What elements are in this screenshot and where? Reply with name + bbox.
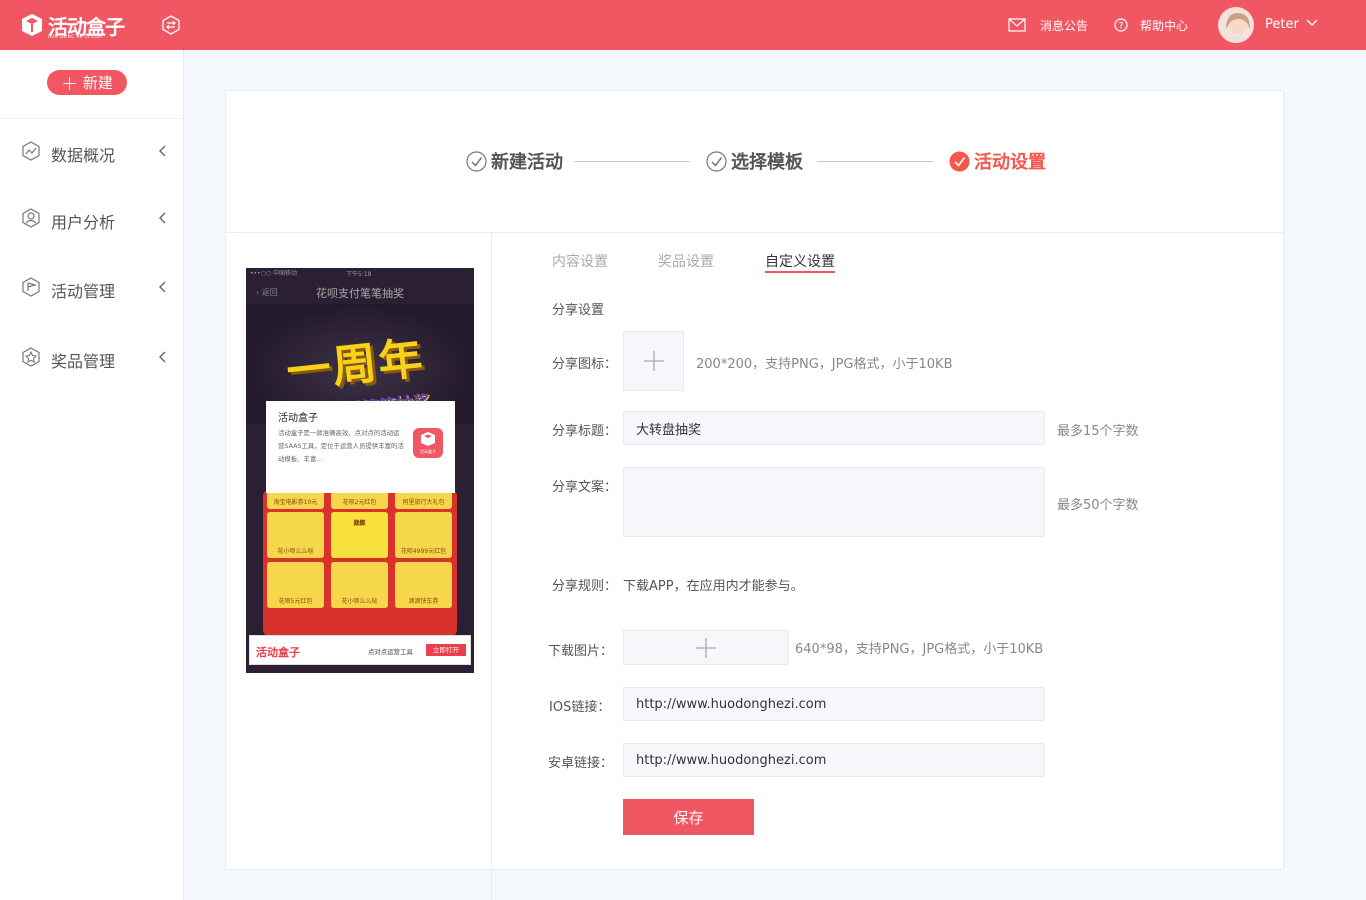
share-copy-textarea[interactable] [623,467,1045,537]
help-label: 帮助中心 [1140,18,1189,33]
popup-logo-icon: 活动盒子 [413,428,443,458]
draw-cell: 立即 抽奖 [331,512,388,558]
help-link[interactable]: ? 帮助中心 [1114,16,1188,34]
sidebar-item-label: 奖品管理 [51,352,116,371]
step-choose-template: 选择模板 [706,149,803,173]
user-name[interactable]: Peter [1265,17,1299,32]
logo-box-icon [20,13,44,37]
phone-preview: •••○○ 中国移动 下午5:18 ‹ 返回 花呗支付笔笔抽奖 一周年 花呗支付… [246,268,474,673]
prize-icon [22,347,40,367]
sidebar: + 新建 数据概况 用户分析 活动管理 奖品管理 [0,50,184,900]
footer-open-button: 立即打开 [426,644,466,656]
chart-icon [22,141,40,161]
share-title-label: 分享标题： [552,424,618,439]
step-label: 活动设置 [974,152,1046,173]
step-connector [574,161,690,162]
app-logo[interactable]: 活动盒子 HUO DONG HE ZI.COM [20,10,125,40]
page-divider [491,870,492,900]
step-new-activity: 新建活动 [466,149,563,173]
new-button[interactable]: + 新建 [47,70,127,95]
plus-icon [643,351,664,371]
phone-share-popup: 活动盒子 活动盒子是一款准确高效、点对点的活动运营SAAS工具，定位于运营人员提… [266,401,455,493]
prize-cell: 花呗4999元红包 [395,512,452,558]
share-title-input[interactable] [623,411,1045,445]
tab-custom-settings[interactable]: 自定义设置 [765,251,835,271]
share-copy-label: 分享文案： [552,480,618,495]
svg-text:?: ? [1119,22,1124,32]
step-activity-settings: 活动设置 [949,149,1046,173]
ios-link-label: IOS链接： [549,700,611,715]
share-rule-value: 下载APP，在应用内才能参与。 [623,579,804,594]
phone-status-bar: •••○○ 中国移动 下午5:18 [246,268,474,278]
download-image-label: 下载图片： [548,644,614,659]
steps-divider [226,232,1283,233]
user-icon [22,208,40,228]
download-image-hint: 640*98，支持PNG，JPG格式，小于10KB [795,642,1044,657]
active-tab-indicator [765,271,835,273]
share-icon-hint: 200*200，支持PNG，JPG格式，小于10KB [696,357,953,372]
prize-cell: 花呗5元红包 [267,562,324,608]
download-image-upload[interactable] [623,630,789,665]
status-carrier: •••○○ 中国移动 [250,270,297,277]
sidebar-item-label: 数据概况 [51,146,116,165]
top-header: 活动盒子 HUO DONG HE ZI.COM 消息公告 ? 帮助中心 Pete… [0,0,1366,50]
notices-link[interactable]: 消息公告 [1008,16,1088,34]
sidebar-item-prize-management[interactable]: 奖品管理 [0,337,184,377]
check-circle-icon [466,150,487,172]
phone-nav-bar: ‹ 返回 花呗支付笔笔抽奖 [246,278,474,304]
share-rule-label: 分享规则： [552,579,618,594]
tab-prize-settings[interactable]: 奖品设置 [658,251,714,271]
step-label: 选择模板 [731,152,803,173]
chevron-left-icon [159,281,166,293]
status-time: 下午5:18 [346,271,372,278]
android-link-input[interactable] [623,743,1045,777]
plus-icon [696,637,716,658]
section-title: 分享设置 [552,303,605,318]
chevron-down-icon[interactable] [1306,17,1318,29]
share-icon-upload[interactable] [623,331,684,391]
prize-cell: 花小呗么么哒 [331,562,388,608]
share-icon-label: 分享图标： [552,357,618,372]
lottery-grid: 淘宝电影券10元 花呗2元红包 阿里旅行大礼包 花小呗么么哒 立即 抽奖 花呗49… [263,487,457,636]
check-circle-icon [706,150,727,172]
activity-icon [22,277,40,297]
plus-icon: + [61,70,78,95]
sidebar-item-user-analysis[interactable]: 用户分析 [0,198,184,238]
sidebar-item-data-overview[interactable]: 数据概况 [0,131,184,171]
phone-download-bar: 活动盒子 点对点运营工具 立即打开 [249,635,471,665]
popup-description: 活动盒子是一款准确高效、点对点的活动运营SAAS工具，定位于运营人员提供丰富的活… [278,429,404,463]
step-label: 新建活动 [491,152,563,173]
chevron-left-icon [159,145,166,157]
chevron-left-icon [159,351,166,363]
mail-icon [1008,18,1026,32]
new-button-label: 新建 [82,74,113,92]
tab-content-settings[interactable]: 内容设置 [552,251,608,271]
prize-cell: 滴滴快车券 [395,562,452,608]
switch-app-icon[interactable] [160,14,182,36]
phone-page-title: 花呗支付笔笔抽奖 [316,287,404,300]
sidebar-item-label: 用户分析 [51,213,116,232]
save-button[interactable]: 保存 [623,799,754,835]
preview-divider [491,233,492,869]
check-circle-icon [949,151,970,171]
android-link-label: 安卓链接： [548,756,614,771]
footer-text: 点对点运营工具 [368,648,413,656]
sidebar-item-activity-management[interactable]: 活动管理 [0,267,184,307]
sidebar-divider [0,118,184,119]
help-icon: ? [1114,18,1128,32]
user-avatar[interactable] [1218,7,1254,43]
footer-logo: 活动盒子 [256,646,300,659]
step-connector [817,161,933,162]
prize-cell: 花小呗么么哒 [267,512,324,558]
share-copy-hint: 最多50个字数 [1057,498,1139,513]
popup-title: 活动盒子 [278,413,318,424]
share-title-hint: 最多15个字数 [1057,424,1139,439]
chevron-left-icon [159,212,166,224]
sidebar-item-label: 活动管理 [51,282,116,301]
notices-label: 消息公告 [1040,18,1089,33]
ios-link-input[interactable] [623,687,1045,721]
settings-card: 新建活动 选择模板 活动设置 •••○○ 中国移动 下午5:18 ‹ 返回 花呗… [225,90,1284,870]
logo-subtext: HUO DONG HE ZI.COM [48,34,103,39]
